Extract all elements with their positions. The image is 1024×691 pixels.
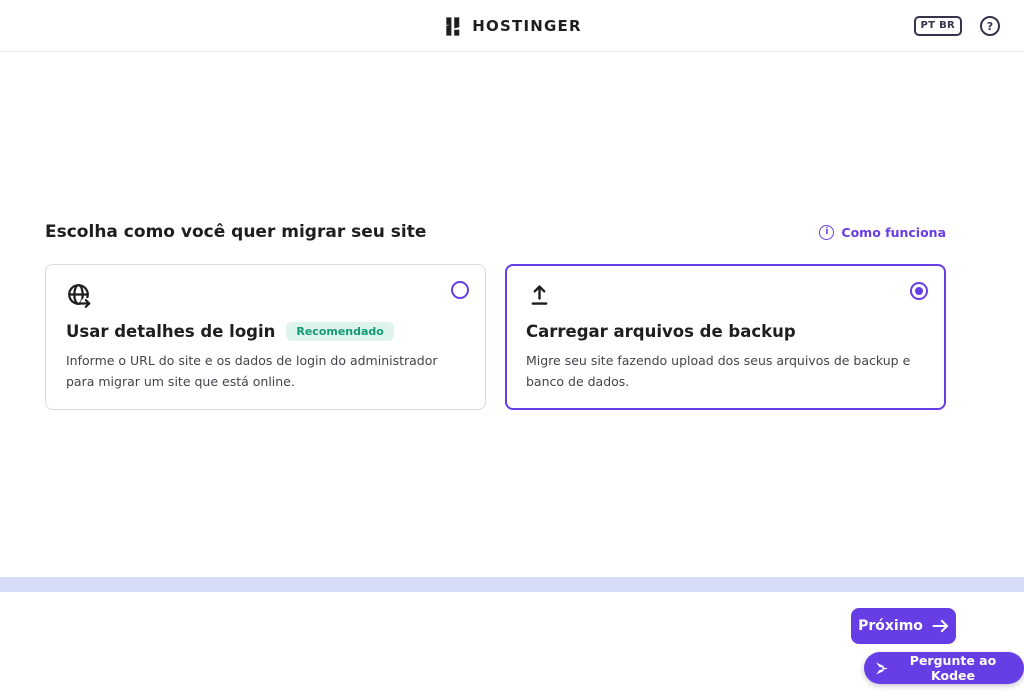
footer-divider-bar	[0, 577, 1024, 592]
migration-options: Usar detalhes de login Recomendado Infor…	[45, 264, 946, 410]
help-icon[interactable]: ?	[980, 16, 1000, 36]
how-it-works-label: Como funciona	[841, 225, 946, 240]
radio-upload-backup[interactable]	[910, 282, 928, 300]
recommended-badge: Recomendado	[286, 322, 394, 341]
option-card-upload-backup[interactable]: Carregar arquivos de backup Migre seu si…	[505, 264, 946, 410]
arrow-right-icon	[932, 619, 949, 633]
kodee-icon	[873, 660, 890, 677]
option-title: Usar detalhes de login	[66, 322, 275, 341]
kodee-button-label: Pergunte ao Kodee	[897, 653, 1009, 683]
info-icon: i	[819, 225, 834, 240]
how-it-works-link[interactable]: i Como funciona	[819, 225, 946, 240]
option-description: Informe o URL do site e os dados de logi…	[66, 350, 465, 392]
brand-name: HOSTINGER	[472, 17, 581, 35]
page-title: Escolha como você quer migrar seu site	[45, 222, 426, 242]
hostinger-logo: HOSTINGER	[442, 0, 581, 52]
language-selector[interactable]: PT BR	[914, 16, 962, 36]
top-header: HOSTINGER PT BR ?	[0, 0, 1024, 52]
globe-arrow-icon	[66, 282, 465, 312]
option-card-login-details[interactable]: Usar detalhes de login Recomendado Infor…	[45, 264, 486, 410]
next-button[interactable]: Próximo	[851, 608, 956, 644]
next-button-label: Próximo	[858, 618, 923, 634]
hostinger-h-icon	[442, 16, 463, 37]
option-title: Carregar arquivos de backup	[526, 322, 796, 341]
upload-icon	[526, 282, 925, 312]
radio-login-details[interactable]	[451, 281, 469, 299]
kodee-assistant-button[interactable]: Pergunte ao Kodee	[864, 652, 1024, 684]
option-description: Migre seu site fazendo upload dos seus a…	[526, 350, 925, 392]
